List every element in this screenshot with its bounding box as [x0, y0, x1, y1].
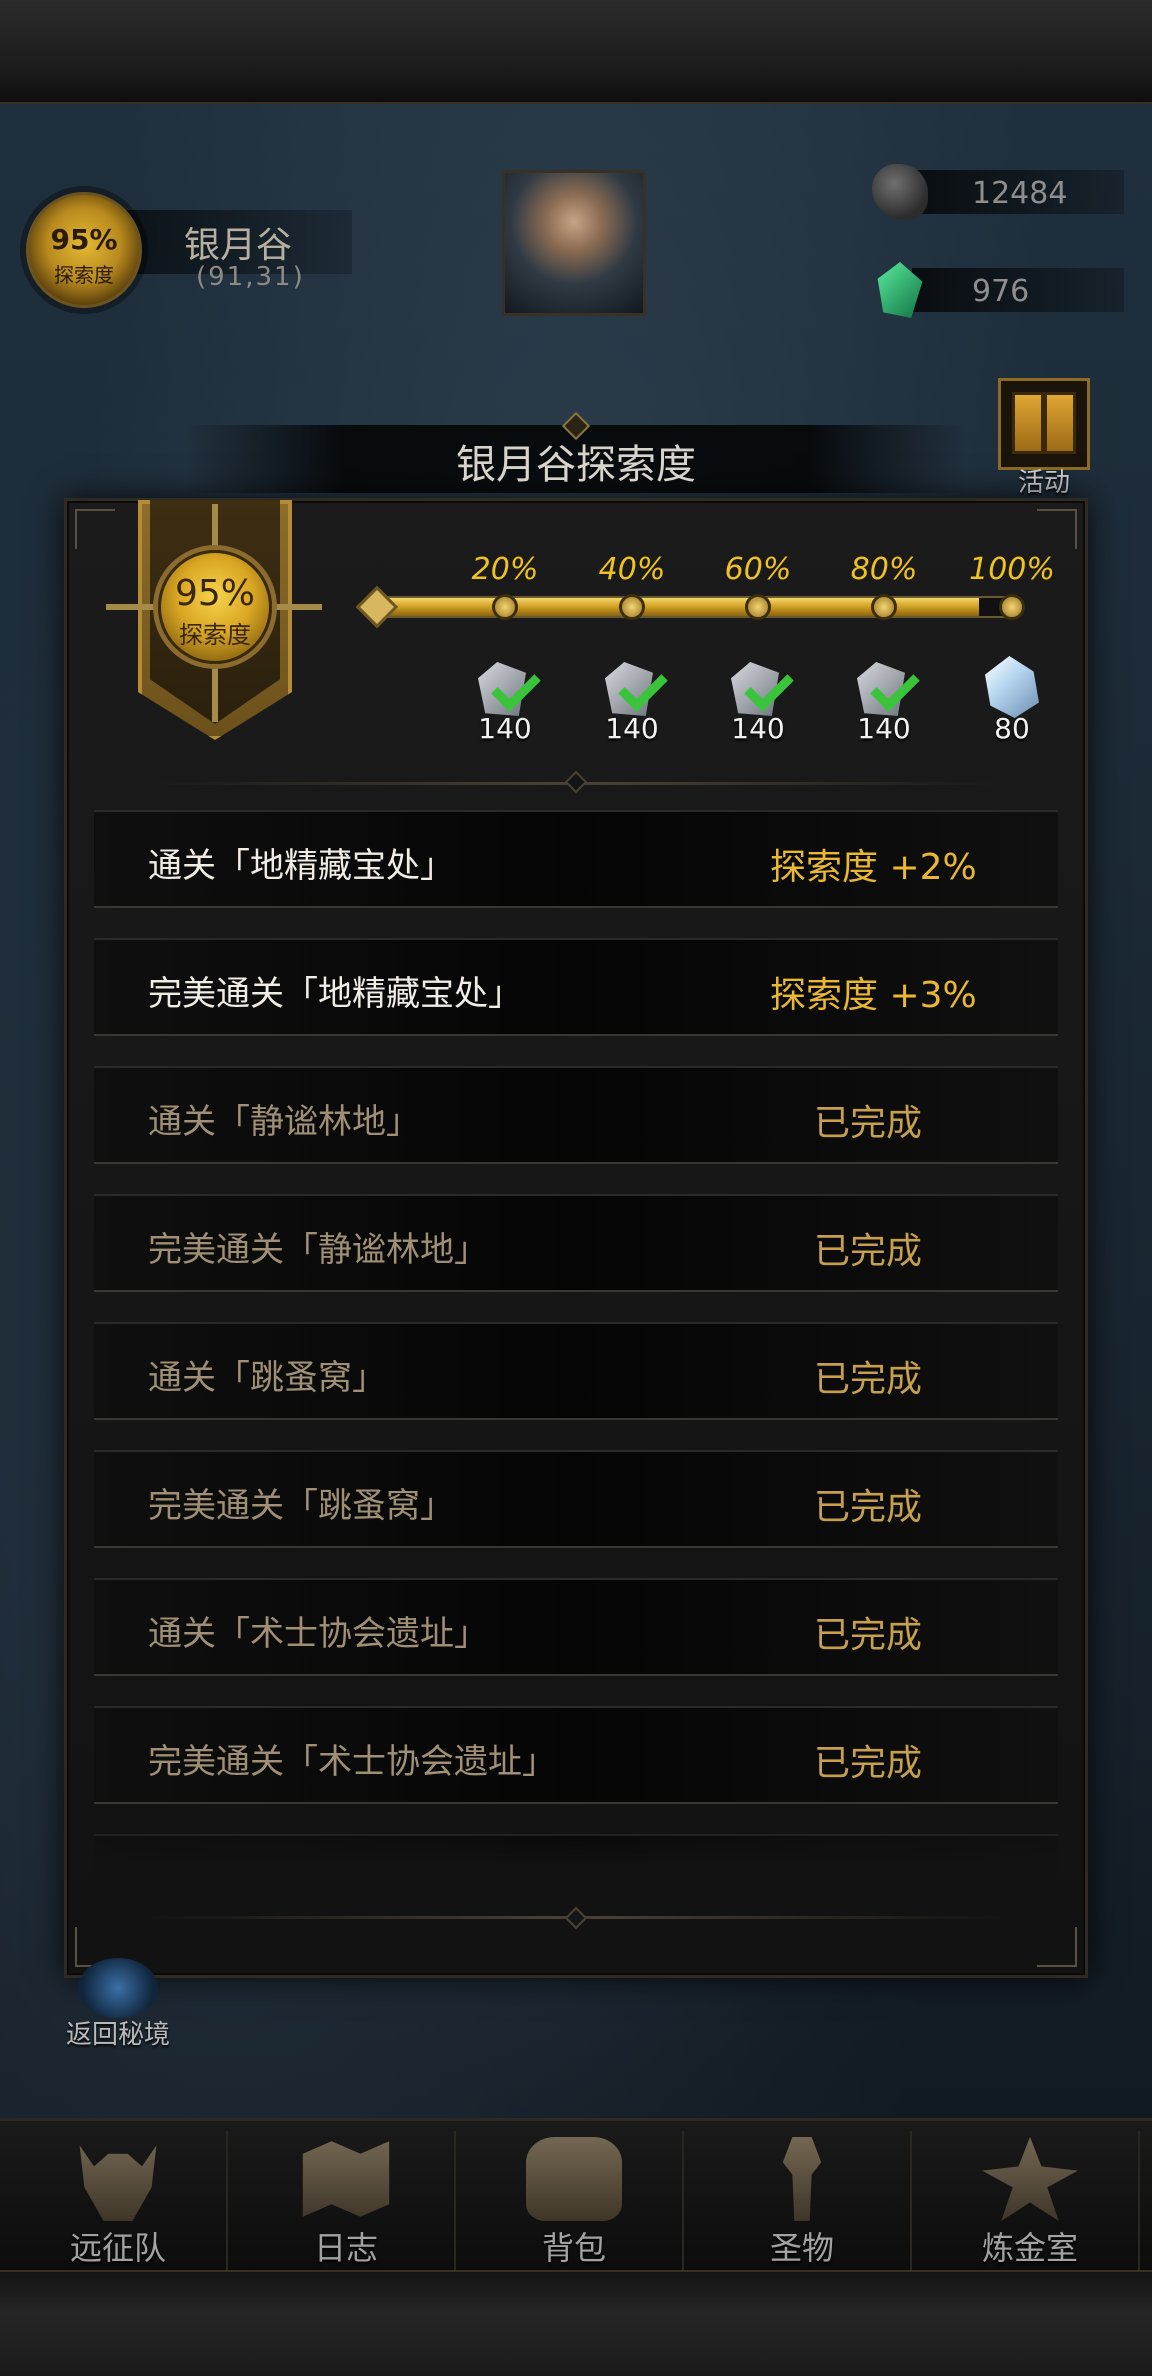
- nav-item[interactable]: 背包: [464, 2131, 684, 2271]
- region-name: 银月谷: [184, 225, 293, 266]
- milestone-node: [745, 594, 771, 620]
- milestone-node: [871, 594, 897, 620]
- event-label: 活动: [1017, 468, 1070, 498]
- task-name: 完美通关「静谧林地」: [148, 1230, 488, 1270]
- milestone-node: [619, 594, 645, 620]
- task-row[interactable]: 通关「地精藏宝处」 探索度 +2%: [94, 810, 1058, 908]
- task-row[interactable]: 完美通关「跳蚤窝」 已完成: [94, 1450, 1058, 1548]
- task-status: 已完成: [814, 1487, 923, 1528]
- panel-corner: [1037, 1927, 1077, 1967]
- task-name: 完美通关「术士协会遗址」: [148, 1742, 556, 1782]
- panel-title: 银月谷探索度: [456, 442, 696, 488]
- task-row[interactable]: 完美通关「静谧林地」 已完成: [94, 1194, 1058, 1292]
- milestone-node: [492, 594, 518, 620]
- exploration-badge: 95% 探索度: [158, 550, 272, 664]
- milestone-reward[interactable]: 140: [829, 656, 939, 746]
- alchemy-icon: [982, 2137, 1078, 2221]
- gift-icon: [1012, 392, 1076, 454]
- task-name: 通关「地精藏宝处」: [148, 846, 454, 886]
- nav-label: 远征队: [69, 2229, 166, 2267]
- task-name: 通关「静谧林地」: [148, 1102, 420, 1142]
- task-name: 通关「跳蚤窝」: [148, 1358, 386, 1398]
- task-status: 已完成: [814, 1231, 923, 1272]
- bottom-nav: 远征队 日志 背包 圣物 炼金室: [0, 2118, 1152, 2274]
- milestone-reward[interactable]: 80: [957, 656, 1067, 746]
- milestone-reward[interactable]: 140: [450, 656, 560, 746]
- nav-label: 炼金室: [981, 2229, 1078, 2267]
- nav-item[interactable]: 炼金室: [920, 2131, 1140, 2271]
- event-button[interactable]: 活动: [990, 378, 1098, 498]
- nav-item[interactable]: 日志: [236, 2131, 456, 2271]
- reward-amount: 140: [605, 712, 659, 745]
- game-screen: 95% 探索度 银月谷 (91,31) 12484 976 活动 银月谷探索度 …: [0, 0, 1152, 2376]
- task-row[interactable]: 完美通关「地精藏宝处」 探索度 +3%: [94, 938, 1058, 1036]
- milestone-reward[interactable]: 140: [703, 656, 813, 746]
- reward-amount: 140: [478, 712, 532, 745]
- exploration-mini-badge[interactable]: 95% 探索度: [26, 192, 142, 308]
- nav-label: 圣物: [769, 2229, 834, 2267]
- map-scroll-icon: [302, 2141, 390, 2217]
- mini-badge-label: 探索度: [54, 263, 114, 287]
- exploration-percent: 95%: [174, 573, 255, 614]
- crystal-icon: [985, 656, 1039, 718]
- milestone-label: 40%: [598, 552, 666, 587]
- task-reward: 探索度 +3%: [770, 975, 977, 1016]
- task-status: 已完成: [814, 1743, 923, 1784]
- region-coordinates: (91,31): [196, 262, 305, 292]
- exploration-label: 探索度: [179, 621, 251, 649]
- reward-amount: 140: [731, 712, 785, 745]
- bottom-frame: [0, 2270, 1152, 2376]
- task-name: 完美通关「跳蚤窝」: [148, 1486, 454, 1526]
- milestone-label: 20%: [471, 552, 539, 587]
- portal-icon: [78, 1958, 158, 2018]
- return-secret-realm-button[interactable]: 返回秘境: [48, 1958, 188, 2058]
- task-name: 通关「术士协会遗址」: [148, 1614, 488, 1654]
- torch-icon: [782, 2137, 822, 2221]
- gem-value: 976: [972, 274, 1030, 309]
- task-status: 已完成: [814, 1615, 923, 1656]
- task-row[interactable]: 通关「静谧林地」 已完成: [94, 1066, 1058, 1164]
- task-row[interactable]: 通关「跳蚤窝」 已完成: [94, 1322, 1058, 1420]
- task-name: 完美通关「地精藏宝处」: [148, 974, 522, 1014]
- ore-value: 12484: [972, 176, 1068, 211]
- milestone-label: 100%: [969, 552, 1055, 587]
- hero-portrait[interactable]: [502, 170, 646, 316]
- helmet-icon: [79, 2145, 157, 2221]
- task-list[interactable]: 通关「地精藏宝处」 探索度 +2% 完美通关「地精藏宝处」 探索度 +3% 通关「静谧林…: [94, 810, 1058, 1882]
- task-status: 已完成: [814, 1103, 923, 1144]
- milestone-node: [999, 594, 1025, 620]
- mini-badge-percent: 95%: [50, 223, 118, 256]
- milestone-reward[interactable]: 140: [577, 656, 687, 746]
- reward-amount: 80: [994, 712, 1030, 745]
- panel-corner: [1037, 509, 1077, 549]
- backpack-icon: [526, 2137, 622, 2221]
- nav-item[interactable]: 远征队: [8, 2131, 228, 2271]
- nav-label: 日志: [313, 2229, 378, 2267]
- panel-corner: [75, 509, 115, 549]
- nav-label: 背包: [541, 2229, 606, 2267]
- task-row[interactable]: 完美通关「术士协会遗址」 已完成: [94, 1706, 1058, 1804]
- reward-amount: 140: [857, 712, 911, 745]
- top-frame: [0, 0, 1152, 104]
- milestone-label: 60%: [724, 552, 792, 587]
- return-label: 返回秘境: [65, 2020, 170, 2050]
- task-status: 已完成: [814, 1359, 923, 1400]
- ore-icon: [872, 164, 928, 220]
- task-reward: 探索度 +2%: [770, 847, 977, 888]
- nav-item[interactable]: 圣物: [692, 2131, 912, 2271]
- list-fade: [94, 1818, 1058, 1888]
- task-row[interactable]: 通关「术士协会遗址」 已完成: [94, 1578, 1058, 1676]
- exploration-progress-bar: [378, 596, 1012, 618]
- milestone-label: 80%: [850, 552, 918, 587]
